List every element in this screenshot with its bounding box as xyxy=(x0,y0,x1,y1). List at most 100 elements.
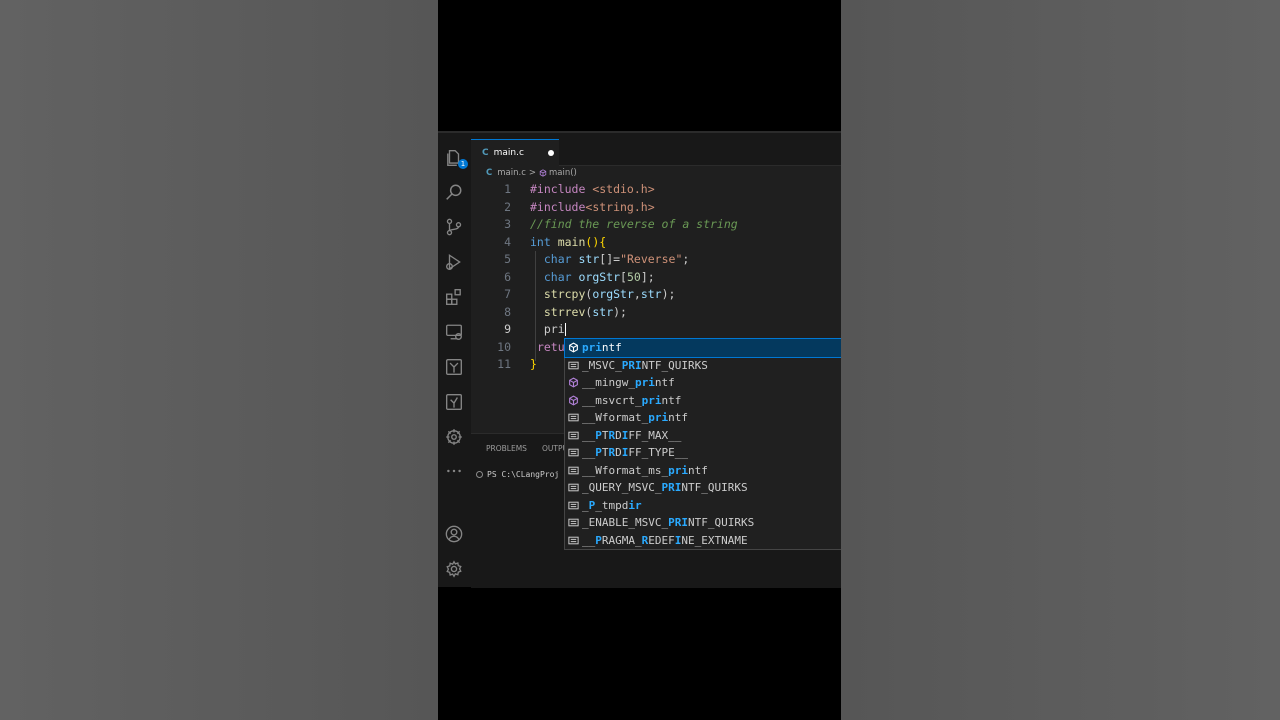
extensions-icon[interactable] xyxy=(443,286,465,308)
match-highlight: pri xyxy=(648,411,669,424)
suggestion-widget[interactable]: printf _MSVC_PRINTF_QUIRKS __mingw_printf _… xyxy=(564,338,841,550)
activity-bar: 1 xyxy=(438,133,471,587)
suggestion-item[interactable]: _P_tmpdir xyxy=(565,497,841,515)
code-token: str xyxy=(640,287,662,301)
breadcrumb-symbol[interactable]: main() xyxy=(549,168,577,178)
account-icon[interactable] xyxy=(443,523,465,545)
constant-icon xyxy=(565,360,582,371)
suggestion-item[interactable]: __Wformat_printf xyxy=(565,409,841,427)
line-code: //find the reverse of a string xyxy=(530,216,738,234)
code-token: } xyxy=(530,357,537,371)
match-highlight: pri xyxy=(582,341,602,354)
search-icon[interactable] xyxy=(443,181,465,203)
source-control-icon[interactable] xyxy=(443,216,465,238)
suggestion-text: D xyxy=(615,446,622,459)
gear-wheel-icon[interactable] xyxy=(443,426,465,448)
function-icon xyxy=(565,395,582,406)
line-number: 1 xyxy=(504,182,511,196)
code-token: #include xyxy=(530,199,586,214)
suggestion-label: _MSVC_PRINTF_QUIRKS xyxy=(582,357,708,375)
match-highlight: PRI xyxy=(668,516,688,529)
line-number: 5 xyxy=(504,252,511,266)
code-line[interactable]: 7 strcpy(orgStr,str); xyxy=(471,286,841,304)
suggestion-item[interactable]: __msvcrt_printf xyxy=(565,392,841,410)
suggestion-text: ntf xyxy=(654,376,675,389)
suggestion-item[interactable]: printf xyxy=(564,338,841,358)
suggestion-item[interactable]: _MSVC_PRINTF_QUIRKS xyxy=(565,357,841,375)
suggestion-item[interactable]: __Wformat_ms_printf xyxy=(565,462,841,480)
code-token: ); xyxy=(661,287,676,301)
suggestion-item[interactable]: __PTRDIFF_TYPE__ xyxy=(565,444,841,462)
terminal-line[interactable]: PS C:\CLangProj xyxy=(476,470,559,479)
suggestion-text: _ENABLE_MSVC_ xyxy=(582,516,669,529)
tab-problems[interactable]: PROBLEMS xyxy=(486,444,527,453)
code-token: strrev xyxy=(543,304,586,319)
suggestion-item[interactable]: __mingw_printf xyxy=(565,374,841,392)
suggestion-text: T xyxy=(601,428,609,442)
code-line[interactable]: 8 strrev(str); xyxy=(471,304,841,322)
match-highlight: pri xyxy=(668,463,688,477)
suggestion-text: T xyxy=(601,446,609,459)
run-debug-icon[interactable] xyxy=(443,251,465,273)
match-highlight: P xyxy=(595,533,602,547)
code-line[interactable]: 6 char orgStr[50]; xyxy=(471,269,841,287)
line-number: 9 xyxy=(504,322,511,336)
explorer-icon[interactable]: 1 xyxy=(443,147,468,169)
match-highlight: pri xyxy=(641,393,662,407)
suggestion-label: _P_tmpdir xyxy=(582,497,642,515)
line-number: 10 xyxy=(497,339,511,354)
line-code: #include<string.h> xyxy=(530,199,655,217)
suggestion-text: __ xyxy=(582,428,596,442)
unsaved-dot-icon[interactable] xyxy=(548,150,554,156)
suggestion-text: NTF_QUIRKS xyxy=(687,516,755,529)
branch-icon[interactable] xyxy=(443,356,465,378)
match-highlight: P xyxy=(595,446,602,459)
code-line[interactable]: 2 #include<string.h> xyxy=(471,199,841,217)
tab-main-c[interactable]: C main.c xyxy=(471,139,559,166)
line-code: #include <stdio.h> xyxy=(530,181,655,199)
suggestion-text: D xyxy=(615,428,622,442)
code-token: , xyxy=(633,287,641,301)
suggestion-item[interactable]: _ENABLE_MSVC_PRINTF_QUIRKS xyxy=(565,514,841,532)
code-line[interactable]: 1 #include <stdio.h> xyxy=(471,181,841,199)
suggestion-item[interactable]: __PTRDIFF_MAX__ xyxy=(565,427,841,445)
breadcrumb-file[interactable]: main.c xyxy=(497,168,526,178)
suggestion-text: _QUERY_MSVC_ xyxy=(582,481,662,494)
suggestion-label: __Wformat_printf xyxy=(582,409,688,427)
suggestion-label: printf xyxy=(582,339,622,357)
tab-label: main.c xyxy=(493,148,524,158)
manage-icon[interactable] xyxy=(443,558,465,580)
function-icon xyxy=(539,169,547,177)
code-line[interactable]: 9 pri xyxy=(471,321,841,339)
suggestion-text: __mingw_ xyxy=(582,376,635,389)
more-icon[interactable] xyxy=(443,460,465,482)
suggestion-item[interactable]: _QUERY_MSVC_PRINTF_QUIRKS xyxy=(565,479,841,497)
match-highlight: PRI xyxy=(621,358,642,372)
editor-tab-bar: C main.c xyxy=(471,133,841,166)
code-token: int xyxy=(530,234,558,249)
code-line[interactable]: 5 char str[]="Reverse"; xyxy=(471,251,841,269)
match-highlight: PRI xyxy=(661,481,682,494)
constant-icon xyxy=(565,447,582,458)
explorer-badge: 1 xyxy=(458,159,468,169)
suggestion-item[interactable]: __PRAGMA_REDEFINE_EXTNAME xyxy=(565,532,841,550)
line-code: int main(){ xyxy=(530,234,606,252)
breadcrumb-separator: > xyxy=(528,168,536,178)
line-number: 8 xyxy=(504,304,511,319)
constant-icon xyxy=(565,500,582,511)
constant-icon xyxy=(565,535,582,546)
testing-icon[interactable] xyxy=(443,391,465,413)
remote-explorer-icon[interactable] xyxy=(443,321,465,343)
suggestion-text: __ xyxy=(582,446,596,459)
code-line[interactable]: 3 //find the reverse of a string xyxy=(471,216,841,234)
code-token: //find the reverse of a string xyxy=(530,217,738,231)
code-token: <string.h> xyxy=(585,199,655,214)
c-file-icon: C xyxy=(486,168,493,178)
code-line[interactable]: 4 int main(){ xyxy=(471,234,841,252)
line-code: char orgStr[50]; xyxy=(530,269,655,287)
suggestion-label: __mingw_printf xyxy=(582,374,675,392)
